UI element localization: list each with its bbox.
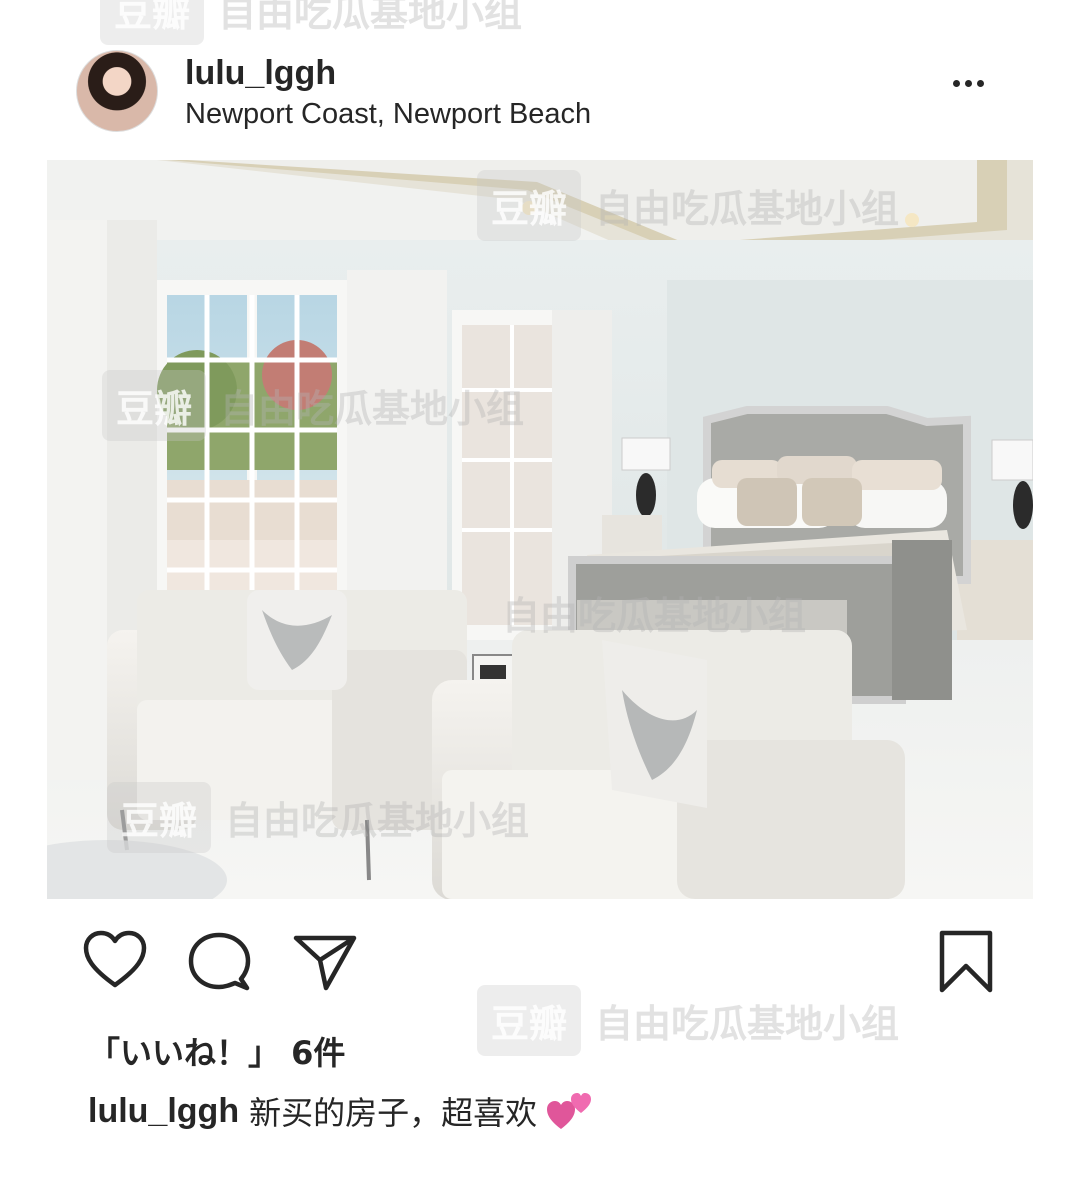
post-photo[interactable]: 豆瓣 自由吃瓜基地小组 豆瓣 自由吃瓜基地小组 自由吃瓜基地小组 豆瓣 自由吃瓜…: [47, 160, 1033, 899]
comment-icon[interactable]: [188, 932, 252, 992]
action-bar: [0, 930, 1080, 1000]
bedroom-photo: [47, 160, 1033, 899]
likes-count[interactable]: 「いいね！」 6件: [88, 1028, 345, 1074]
bookmark-icon[interactable]: [938, 930, 994, 994]
more-icon[interactable]: [953, 80, 984, 87]
post-location[interactable]: Newport Coast, Newport Beach: [185, 98, 591, 131]
post-header: lulu_lggh Newport Coast, Newport Beach: [0, 0, 1080, 160]
two-hearts-emoji: [547, 1093, 592, 1129]
caption-username[interactable]: lulu_lggh: [88, 1092, 239, 1131]
share-icon[interactable]: [292, 934, 358, 992]
avatar[interactable]: [76, 50, 158, 132]
post-caption: lulu_lggh 新买的房子，超喜欢: [88, 1088, 593, 1134]
watermark-text: 自由吃瓜基地小组: [595, 1002, 900, 1046]
heart-icon[interactable]: [83, 930, 147, 990]
caption-text: 新买的房子，超喜欢: [249, 1094, 538, 1132]
post-username[interactable]: lulu_lggh: [185, 54, 336, 93]
